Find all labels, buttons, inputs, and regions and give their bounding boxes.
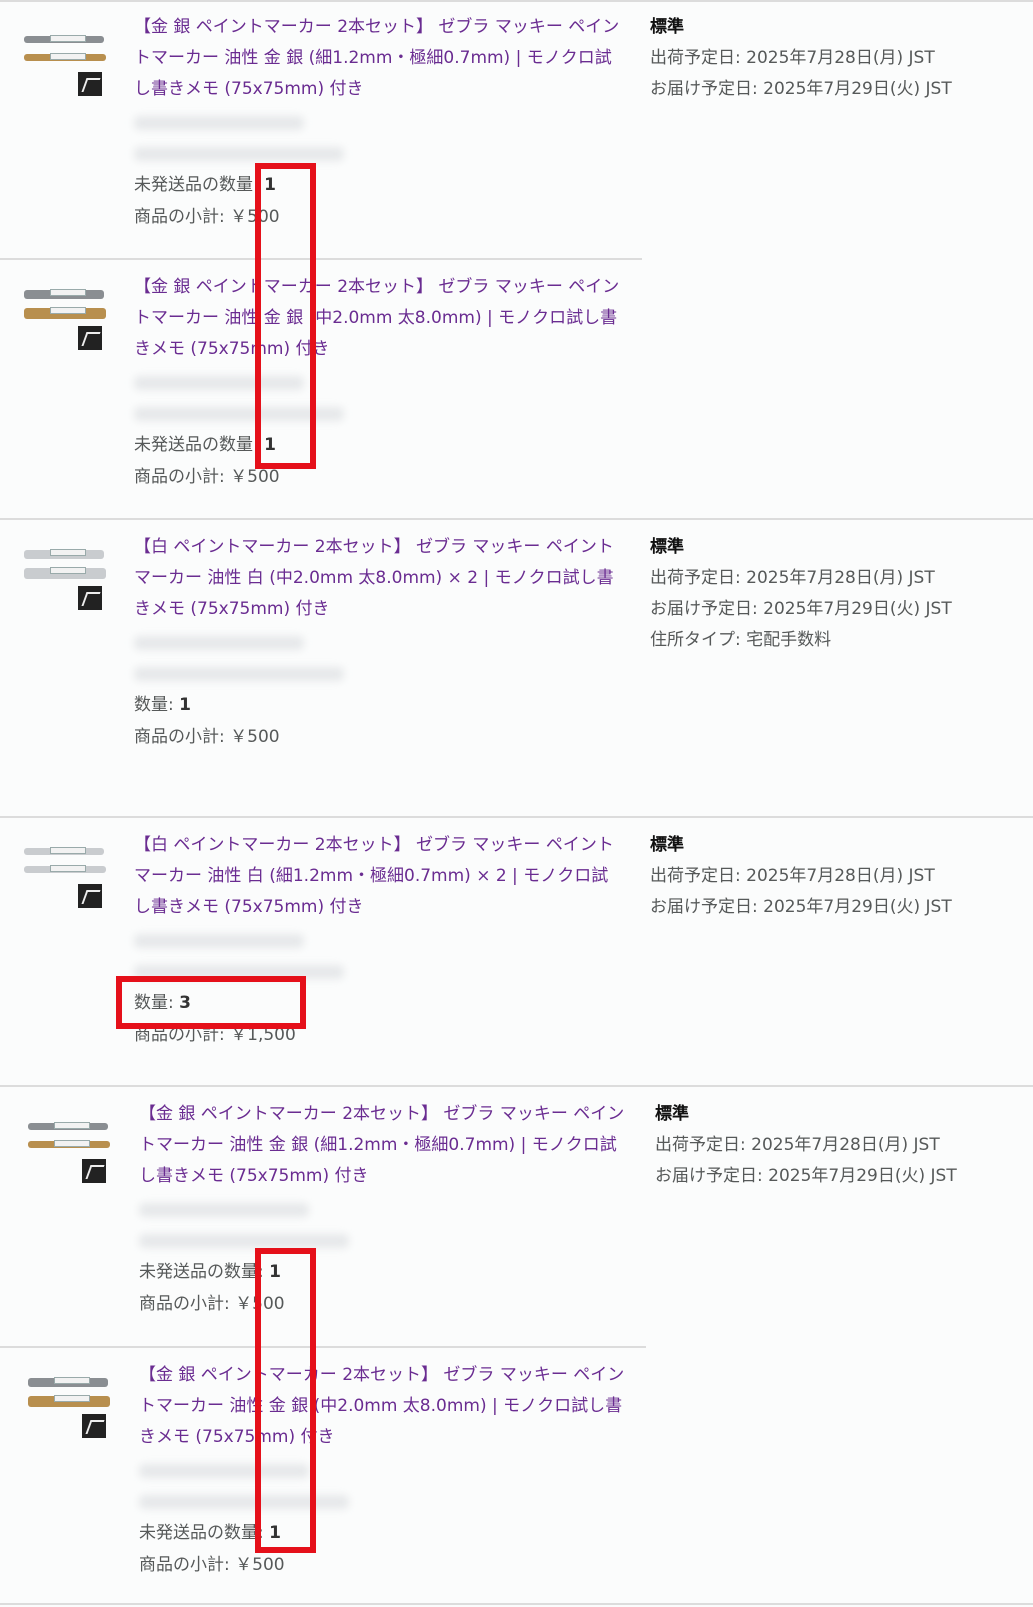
product-thumbnail[interactable]	[28, 1117, 118, 1187]
shipping-info: 標準 出荷予定日: 2025年7月28日(月) JST お届け予定日: 2025…	[650, 830, 952, 923]
divider	[0, 258, 642, 260]
product-title-link[interactable]: 【白 ペイントマーカー 2本セット】 ゼブラ マッキー ペイントマーカー 油性 …	[134, 532, 622, 625]
highlight-box	[116, 976, 306, 1029]
marker-pen-image	[24, 865, 106, 873]
address-type: 住所タイプ: 宅配手数料	[650, 630, 832, 650]
highlight-box	[255, 1248, 316, 1553]
product-title-link[interactable]: 【金 銀 ペイントマーカー 2本セット】 ゼブラ マッキー ペイントマーカー 油…	[139, 1360, 627, 1453]
product-thumbnail[interactable]	[28, 1372, 118, 1442]
redacted-text	[134, 667, 344, 681]
memo-pad-image	[82, 1414, 106, 1438]
redacted-text	[139, 1495, 349, 1509]
memo-pad-image	[78, 326, 102, 350]
divider	[0, 0, 1033, 2]
memo-pad-image	[78, 884, 102, 908]
divider	[0, 1085, 1033, 1087]
marker-pen-image	[24, 289, 104, 299]
ship-date: 出荷予定日: 2025年7月28日(月) JST	[650, 568, 935, 588]
marker-pen-image	[24, 847, 104, 855]
product-title-link[interactable]: 【白 ペイントマーカー 2本セット】 ゼブラ マッキー ペイントマーカー 油性 …	[134, 830, 622, 923]
marker-pen-image	[28, 1395, 110, 1407]
memo-pad-image	[82, 1159, 106, 1183]
marker-pen-image	[24, 307, 106, 319]
subtotal-row: 商品の小計: ￥500	[139, 1555, 285, 1575]
marker-pen-image	[24, 567, 106, 579]
shipping-method: 標準	[655, 1104, 689, 1124]
order-items-list: 【金 銀 ペイントマーカー 2本セット】 ゼブラ マッキー ペイントマーカー 油…	[0, 0, 1033, 1607]
product-thumbnail[interactable]	[24, 544, 114, 614]
divider	[0, 1603, 1033, 1605]
marker-pen-image	[28, 1377, 108, 1387]
redacted-text	[139, 1234, 349, 1248]
shipping-method: 標準	[650, 17, 684, 37]
subtotal-row: 商品の小計: ￥500	[134, 727, 280, 747]
redacted-text	[134, 636, 304, 650]
product-title-link[interactable]: 【金 銀 ペイントマーカー 2本セット】 ゼブラ マッキー ペイントマーカー 油…	[134, 12, 622, 105]
memo-pad-image	[78, 586, 102, 610]
delivery-date: お届け予定日: 2025年7月29日(火) JST	[650, 599, 952, 619]
shipping-info: 標準 出荷予定日: 2025年7月28日(月) JST お届け予定日: 2025…	[655, 1099, 957, 1192]
divider	[0, 1346, 646, 1348]
marker-pen-image	[28, 1140, 110, 1148]
divider	[0, 816, 1033, 818]
shipping-info: 標準 出荷予定日: 2025年7月28日(月) JST お届け予定日: 2025…	[650, 12, 952, 105]
divider	[0, 518, 1033, 520]
redacted-text	[134, 934, 304, 948]
shipping-info: 標準 出荷予定日: 2025年7月28日(月) JST お届け予定日: 2025…	[650, 532, 952, 656]
product-thumbnail[interactable]	[24, 30, 114, 100]
shipping-method: 標準	[650, 537, 684, 557]
redacted-text	[134, 116, 304, 130]
ship-date: 出荷予定日: 2025年7月28日(月) JST	[650, 866, 935, 886]
product-title-link[interactable]: 【金 銀 ペイントマーカー 2本セット】 ゼブラ マッキー ペイントマーカー 油…	[134, 272, 622, 365]
redacted-text	[134, 147, 344, 161]
redacted-text	[139, 1203, 309, 1217]
marker-pen-image	[24, 53, 106, 61]
ship-date: 出荷予定日: 2025年7月28日(月) JST	[655, 1135, 940, 1155]
memo-pad-image	[78, 72, 102, 96]
delivery-date: お届け予定日: 2025年7月29日(火) JST	[655, 1166, 957, 1186]
delivery-date: お届け予定日: 2025年7月29日(火) JST	[650, 897, 952, 917]
shipping-method: 標準	[650, 835, 684, 855]
product-thumbnail[interactable]	[24, 842, 114, 912]
product-title-link[interactable]: 【金 銀 ペイントマーカー 2本セット】 ゼブラ マッキー ペイントマーカー 油…	[139, 1099, 627, 1192]
quantity-row: 数量: 1	[134, 695, 191, 715]
marker-pen-image	[24, 35, 104, 43]
highlight-box	[255, 163, 316, 469]
marker-pen-image	[24, 549, 104, 559]
product-thumbnail[interactable]	[24, 284, 114, 354]
ship-date: 出荷予定日: 2025年7月28日(月) JST	[650, 48, 935, 68]
delivery-date: お届け予定日: 2025年7月29日(火) JST	[650, 79, 952, 99]
marker-pen-image	[28, 1122, 108, 1130]
